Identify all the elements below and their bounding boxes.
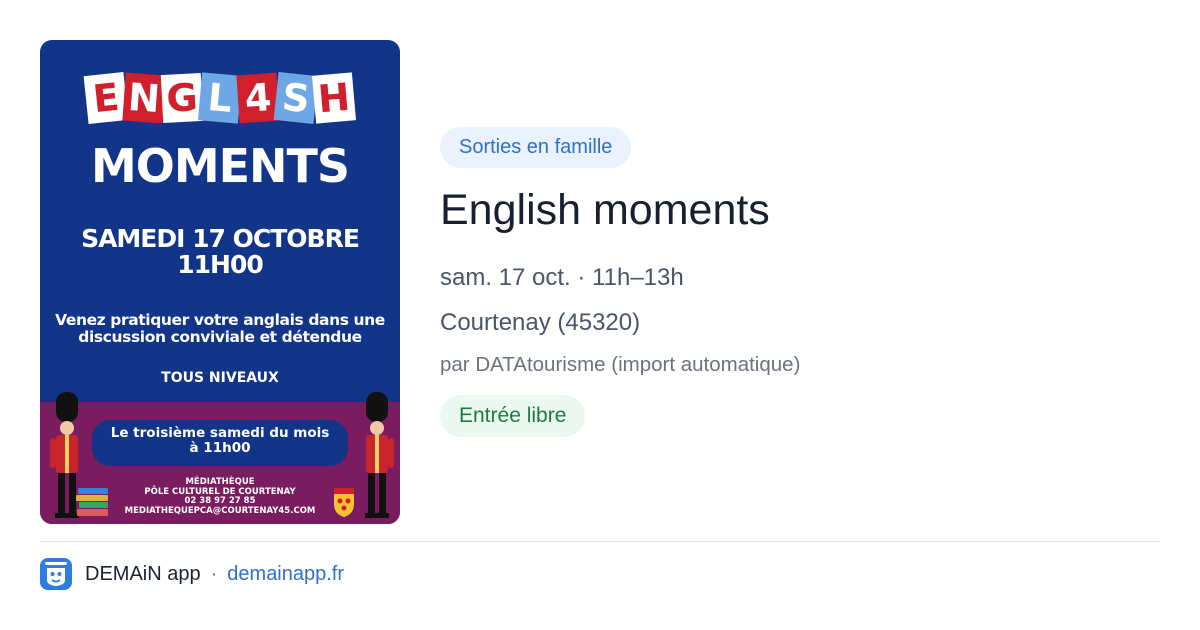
poster-pitch-line: Venez pratiquer votre anglais dans une — [55, 311, 385, 329]
royal-guard-illustration — [365, 392, 394, 518]
event-source: par DATAtourisme (import automatique) — [440, 353, 801, 376]
event-poster-image: E N G L 4 S H MOMENTS SAMEDI 17 OCTOBRE … — [40, 40, 400, 524]
poster-title-tile: H — [311, 72, 357, 124]
poster-pitch: Venez pratiquer votre anglais dans une d… — [40, 312, 400, 346]
app-logo-icon — [40, 558, 72, 590]
poster-venue-email: MEDIATHEQUEPCA@COURTENAY45.COM — [124, 505, 316, 516]
poster-title-tile: N — [122, 72, 166, 124]
site-link[interactable]: demainapp.fr — [227, 563, 344, 585]
poster-time-line: 11H00 — [177, 250, 264, 279]
books-icon — [76, 488, 108, 516]
poster-date-line: SAMEDI 17 OCTOBRE — [81, 224, 360, 253]
poster-levels: TOUS NIVEAUX — [161, 370, 279, 386]
poster-title-tiles: E N G L 4 S H — [83, 72, 357, 136]
poster-schedule-line: à 11h00 — [189, 440, 251, 456]
poster-schedule-line: Le troisième samedi du mois — [110, 425, 330, 441]
app-name: DEMAiN app — [85, 563, 201, 585]
price-badge: Entrée libre — [440, 395, 586, 437]
event-location: Courtenay (45320) — [440, 309, 641, 336]
poster-title-tile: L — [197, 72, 243, 124]
poster-date: SAMEDI 17 OCTOBRE 11H00 — [40, 226, 400, 278]
footer-divider — [40, 541, 1160, 542]
event-datetime: sam. 17 oct. · 11h–13h — [440, 264, 684, 291]
poster-subtitle: MOMENTS — [90, 139, 350, 193]
poster-venue: MÉDIATHÈQUE PÔLE CULTUREL DE COURTENAY 0… — [120, 477, 320, 516]
footer-separator: · — [210, 563, 218, 585]
footer: DEMAiN app · demainapp.fr — [85, 561, 344, 587]
poster-title-tile: G — [160, 72, 204, 124]
category-tag[interactable]: Sorties en famille — [440, 127, 632, 168]
poster-schedule-pill: Le troisième samedi du mois à 11h00 — [92, 420, 348, 466]
event-title: English moments — [440, 186, 770, 234]
poster-pitch-line: discussion conviviale et détendue — [78, 328, 362, 346]
town-crest-icon — [334, 488, 354, 517]
